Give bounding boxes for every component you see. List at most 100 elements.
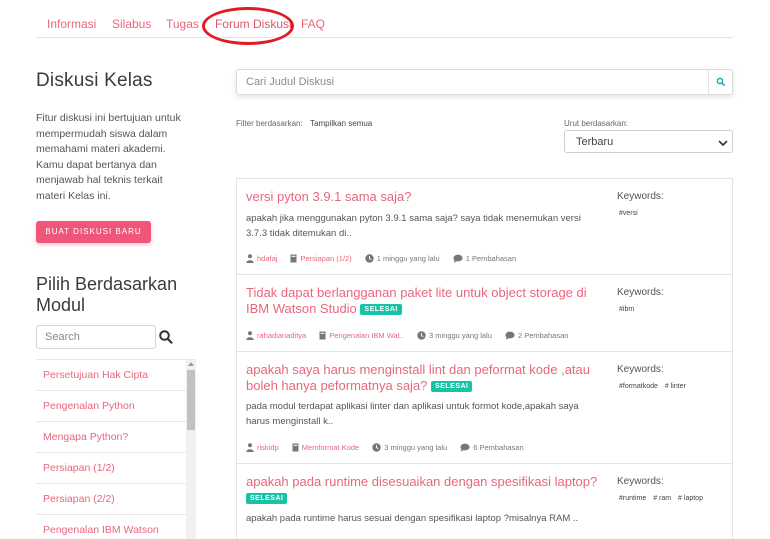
user-icon (246, 253, 254, 263)
time-ago: 1 minggu yang lalu (376, 253, 440, 263)
sort-selected-value: Terbaru (576, 136, 614, 148)
clock-icon (372, 442, 381, 452)
clock-icon (365, 253, 374, 263)
search-icon[interactable] (158, 328, 174, 346)
keyword-tags: #formatkode # linter (619, 379, 719, 394)
sort-label: Urut berdasarkan: (564, 119, 629, 128)
tab-informasi[interactable]: Informasi (47, 17, 96, 31)
solved-badge: SELESAI (246, 493, 288, 504)
meta-module[interactable]: Memformat Kode (292, 443, 360, 452)
module-search-input[interactable] (36, 325, 156, 349)
module-name[interactable]: Memformat Kode (302, 443, 360, 452)
comment-icon (460, 443, 470, 452)
meta-author[interactable]: rahadianaditya (246, 331, 306, 340)
solved-badge: SELESAI (360, 304, 402, 315)
meta-replies: 1 Pembahasan (453, 254, 516, 263)
discussion-card[interactable]: Tidak dapat berlangganan paket lite untu… (236, 274, 733, 352)
discussion-meta: riskidp Memformat Kode 3 minggu yang lal… (246, 441, 537, 453)
reply-count: 2 Pembahasan (517, 330, 569, 340)
keywords-label: Keywords: (617, 364, 664, 375)
tab-bar: Informasi Silabus Tugas Forum Diskusi FA… (36, 0, 733, 38)
meta-replies: 6 Pembahasan (460, 442, 524, 452)
keyword-tag[interactable]: # linter (665, 379, 686, 394)
keyword-tag[interactable]: # laptop (678, 491, 703, 506)
tab-faq[interactable]: FAQ (301, 17, 325, 31)
discussion-card[interactable]: apakah saya harus menginstall lint dan p… (236, 351, 733, 464)
discussion-title[interactable]: apakah saya harus menginstall lint dan p… (246, 362, 590, 393)
search-icon[interactable] (708, 70, 732, 94)
meta-author[interactable]: riskidp (246, 443, 279, 452)
discussion-card[interactable]: versi pyton 3.9.1 sama saja? apakah jika… (236, 178, 733, 275)
tab-forum-diskusi[interactable]: Forum Diskusi (215, 17, 292, 31)
keyword-tag[interactable]: # ram (653, 491, 671, 506)
author-name[interactable]: riskidp (257, 443, 279, 452)
filter-label: Filter berdasarkan: (236, 119, 303, 128)
keyword-tag[interactable]: #versi (619, 206, 638, 221)
discussion-title[interactable]: apakah pada runtime disesuaikan dengan s… (246, 474, 597, 489)
book-icon (290, 254, 297, 262)
discussion-meta: rahadianaditya Pengenalan IBM Wat.. 3 mi… (246, 329, 581, 341)
comment-icon (505, 331, 515, 340)
tab-silabus[interactable]: Silabus (112, 17, 151, 31)
discussion-title-wrap[interactable]: apakah saya harus menginstall lint dan p… (246, 362, 601, 394)
sort-select[interactable]: Terbaru (564, 130, 733, 153)
meta-time: 3 minggu yang lalu (417, 331, 492, 340)
keyword-tag[interactable]: #formatkode (619, 379, 658, 394)
module-item[interactable]: Pengenalan IBM Watson (36, 515, 186, 539)
module-item[interactable]: Mengapa Python? (36, 422, 186, 453)
module-item[interactable]: Persetujuan Hak Cipta (36, 360, 186, 391)
keyword-tags: #runtime # ram # laptop (619, 491, 719, 506)
meta-time: 3 minggu yang lalu (372, 443, 447, 452)
user-icon (246, 330, 254, 340)
clock-icon (417, 330, 426, 340)
user-icon (246, 442, 254, 452)
discussion-meta: hdafaj Persiapan (1/2) 1 minggu yang lal… (246, 252, 529, 264)
author-name[interactable]: hdafaj (257, 254, 277, 263)
discussion-title-wrap[interactable]: Tidak dapat berlangganan paket lite untu… (246, 285, 601, 317)
module-item[interactable]: Persiapan (1/2) (36, 453, 186, 484)
discussion-card[interactable]: apakah pada runtime disesuaikan dengan s… (236, 463, 733, 539)
keywords-label: Keywords: (617, 191, 664, 202)
author-name[interactable]: rahadianaditya (257, 331, 306, 340)
module-item[interactable]: Pengenalan Python (36, 391, 186, 422)
filter-value[interactable]: Tampilkan semua (310, 119, 372, 128)
time-ago: 3 minggu yang lalu (384, 442, 448, 452)
discussion-search-input[interactable] (237, 70, 707, 94)
keyword-tag[interactable]: #runtime (619, 491, 646, 506)
module-list: Persetujuan Hak Cipta Pengenalan Python … (36, 359, 196, 539)
meta-module[interactable]: Persiapan (1/2) (290, 254, 352, 263)
solved-badge: SELESAI (431, 381, 473, 392)
module-name[interactable]: Pengenalan IBM Wat.. (329, 331, 404, 340)
meta-author[interactable]: hdafaj (246, 254, 277, 263)
page-description: Fitur diskusi ini bertujuan untuk memper… (36, 112, 181, 202)
discussion-excerpt: apakah jika menggunakan pyton 3.9.1 sama… (246, 213, 581, 239)
module-section-title: Pilih Berdasarkan Modul (36, 274, 178, 315)
tab-tugas[interactable]: Tugas (166, 17, 199, 31)
discussion-title[interactable]: Tidak dapat berlangganan paket lite untu… (246, 285, 587, 316)
book-icon (292, 443, 299, 451)
scrollbar-thumb[interactable] (187, 370, 195, 430)
reply-count: 6 Pembahasan (473, 442, 524, 452)
scroll-up-arrow-icon[interactable] (188, 362, 194, 366)
comment-icon (453, 254, 463, 263)
time-ago: 3 minggu yang lalu (428, 330, 492, 340)
meta-module[interactable]: Pengenalan IBM Wat.. (319, 331, 404, 340)
discussion-title-wrap[interactable]: apakah pada runtime disesuaikan dengan s… (246, 474, 601, 506)
module-list-scrollbar[interactable] (186, 360, 196, 539)
module-item[interactable]: Persiapan (2/2) (36, 484, 186, 515)
meta-time: 1 minggu yang lalu (365, 254, 440, 263)
new-discussion-button[interactable]: BUAT DISKUSI BARU (36, 221, 151, 243)
discussion-excerpt: apakah pada runtime harus sesuai dengan … (246, 513, 579, 524)
page-title: Diskusi Kelas (36, 70, 153, 91)
chevron-down-icon (717, 136, 729, 148)
keywords-label: Keywords: (617, 287, 664, 298)
keywords-label: Keywords: (617, 476, 664, 487)
discussion-search-bar (236, 69, 733, 95)
meta-replies: 2 Pembahasan (505, 331, 568, 340)
keyword-tag[interactable]: #ibm (619, 302, 634, 317)
keyword-tags: #ibm (619, 302, 719, 317)
reply-count: 1 Pembahasan (465, 253, 517, 263)
discussion-title[interactable]: versi pyton 3.9.1 sama saja? (246, 189, 601, 205)
module-name[interactable]: Persiapan (1/2) (300, 254, 351, 263)
discussion-excerpt: pada modul terdapat aplikasi linter dan … (246, 401, 579, 427)
